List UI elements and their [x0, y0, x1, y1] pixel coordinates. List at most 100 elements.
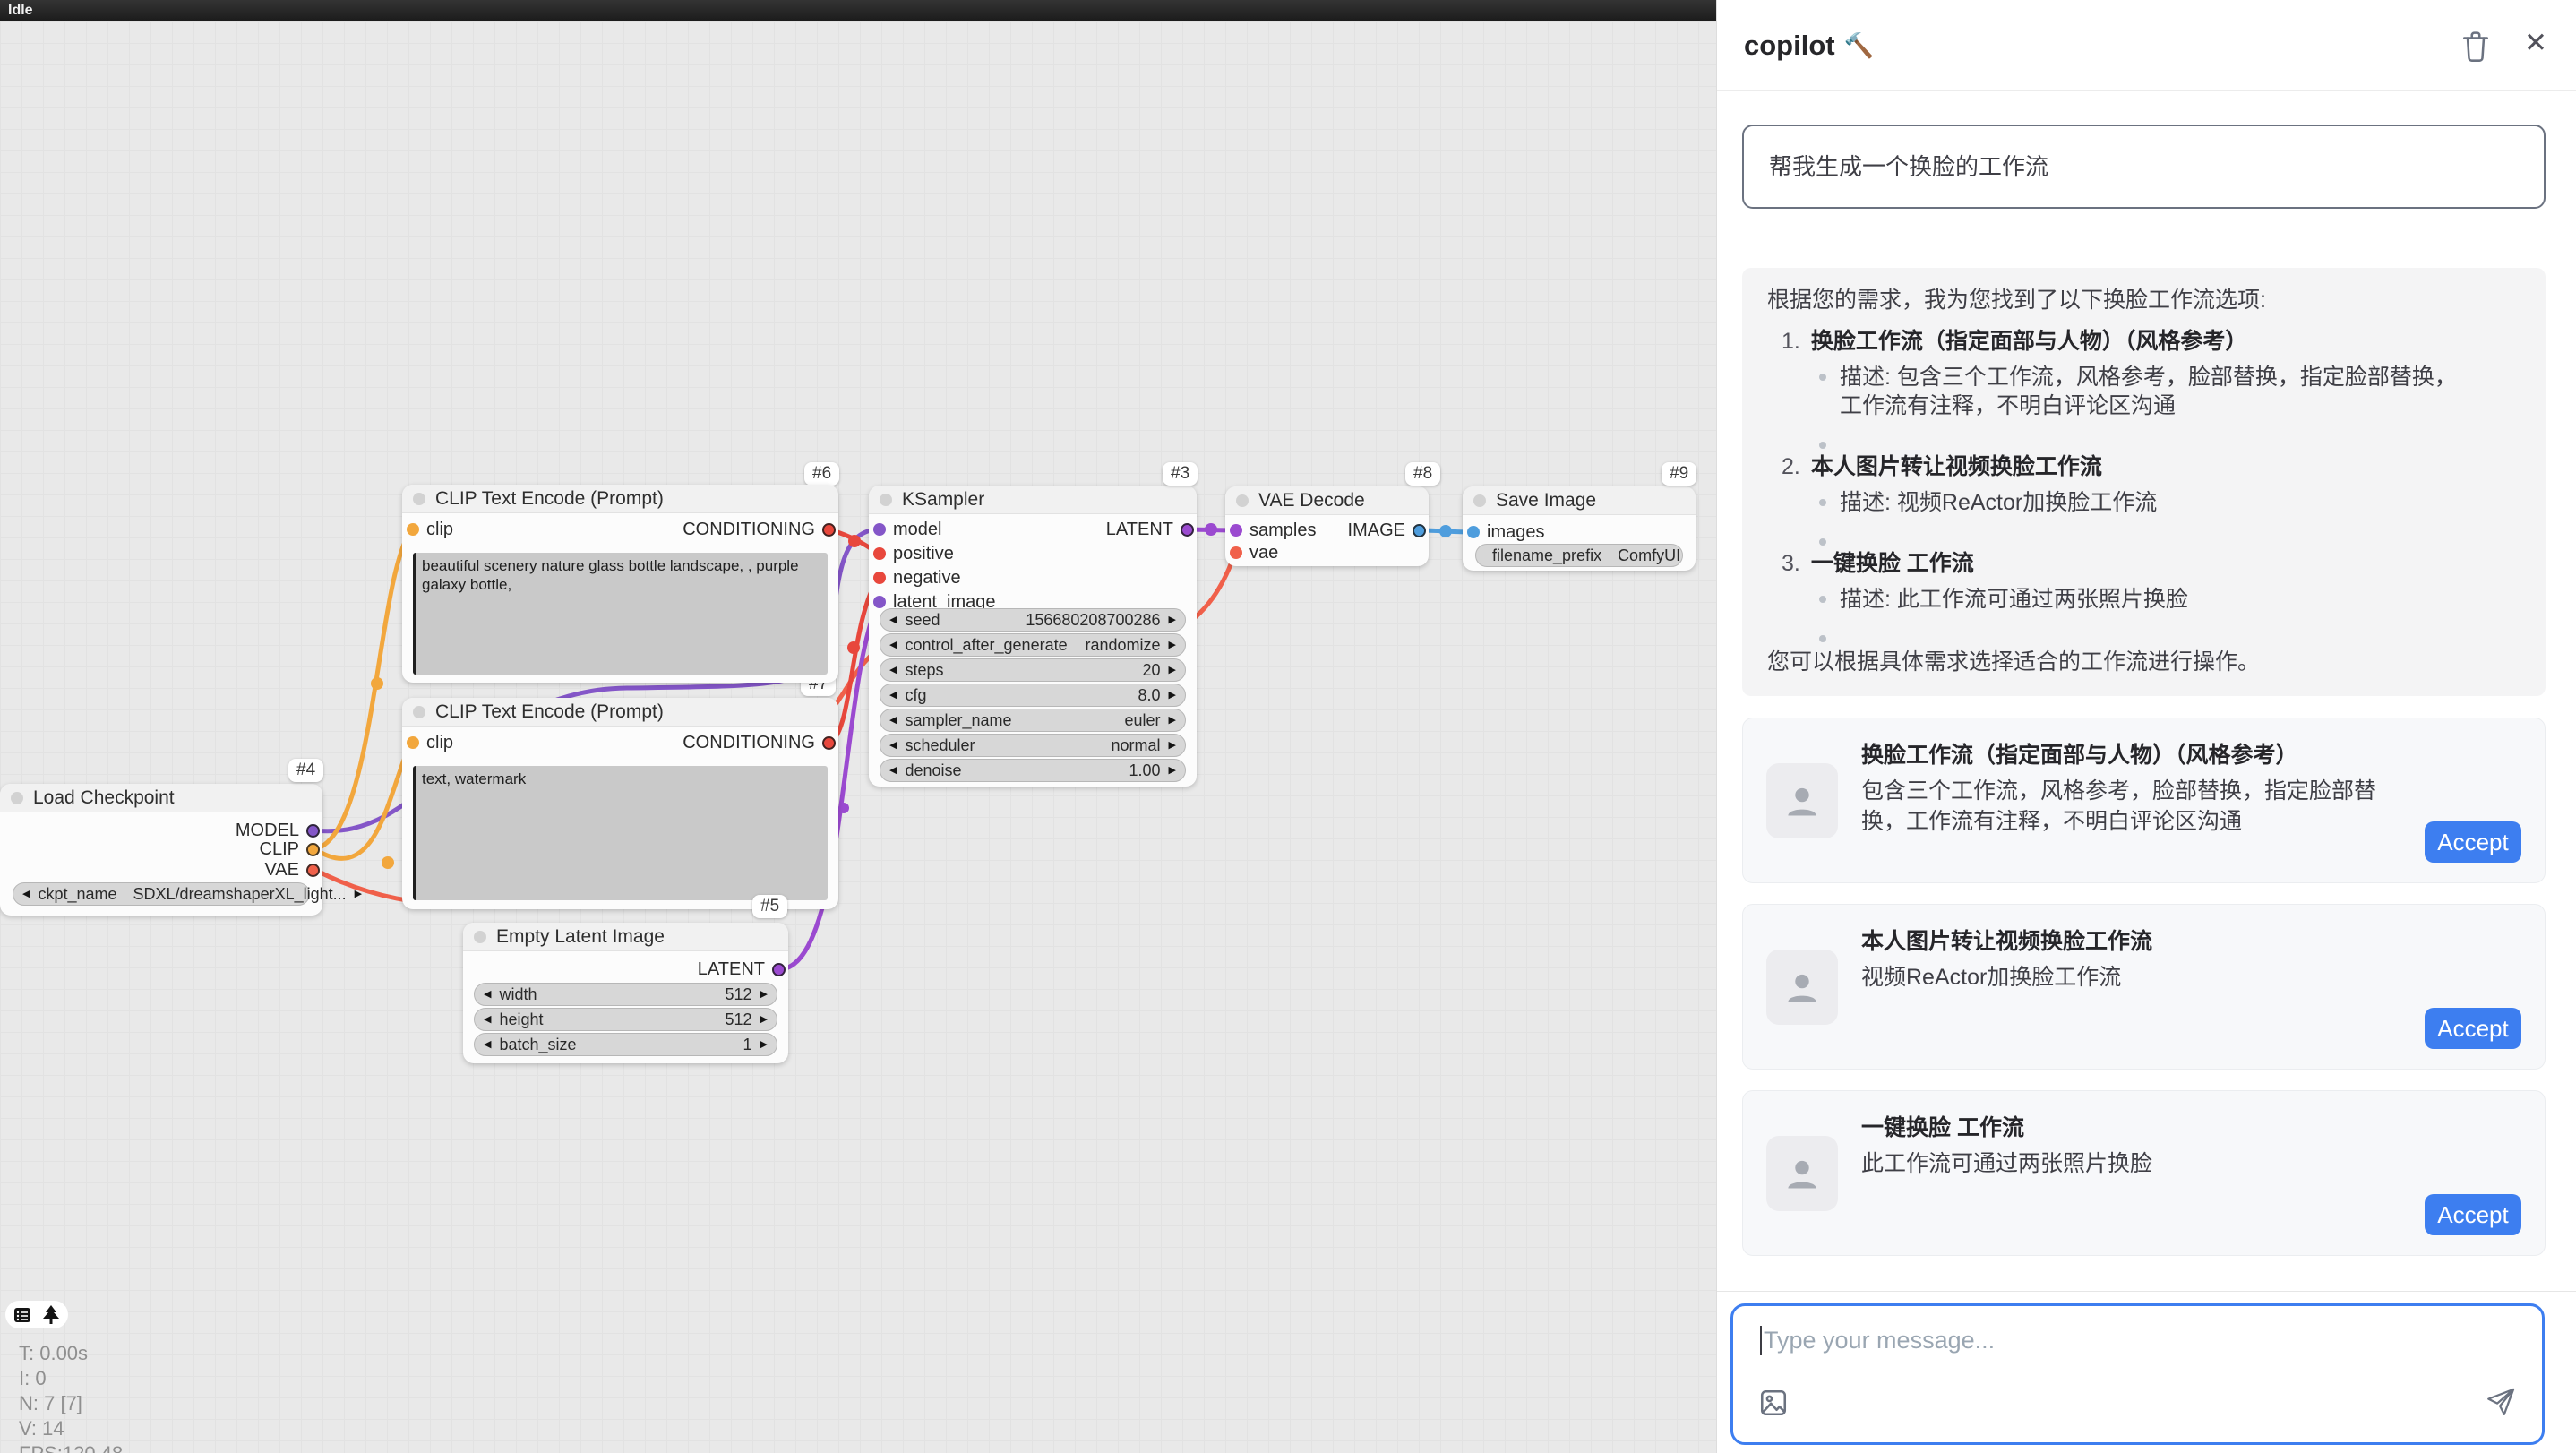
decrement-arrow-icon[interactable]: ◀: [889, 709, 897, 732]
port-latent-output[interactable]: LATENT: [698, 959, 786, 979]
node-titlebar[interactable]: KSampler: [869, 486, 1197, 514]
increment-arrow-icon[interactable]: ▶: [1169, 684, 1176, 707]
increment-arrow-icon[interactable]: ▶: [355, 882, 362, 906]
collapse-dot-icon[interactable]: [413, 706, 425, 718]
node-clip-text-encode-negative[interactable]: CLIP Text Encode (Prompt) clip CONDITION…: [402, 698, 838, 909]
sampler-name-widget[interactable]: ◀ sampler_name euler ▶: [880, 709, 1186, 732]
decrement-arrow-icon[interactable]: ◀: [484, 1033, 491, 1056]
collapse-dot-icon[interactable]: [1236, 494, 1249, 507]
tree-icon[interactable]: [42, 1305, 60, 1325]
port-clip-input[interactable]: clip: [407, 733, 453, 752]
image-port-icon[interactable]: [1413, 524, 1426, 537]
node-save-image[interactable]: Save Image images filename_prefix ComfyU…: [1463, 486, 1696, 571]
model-port-icon[interactable]: [873, 523, 886, 536]
port-conditioning-output[interactable]: CONDITIONING: [683, 733, 836, 752]
accept-button[interactable]: Accept: [2425, 1194, 2521, 1235]
increment-arrow-icon[interactable]: ▶: [1169, 633, 1176, 657]
cfg-widget[interactable]: ◀ cfg 8.0 ▶: [880, 684, 1186, 707]
port-model-input[interactable]: model: [873, 520, 941, 539]
clip-port-icon[interactable]: [407, 523, 419, 536]
node-ksampler[interactable]: KSampler model positive negative latent_…: [869, 486, 1197, 787]
port-positive-input[interactable]: positive: [873, 544, 954, 563]
decrement-arrow-icon[interactable]: ◀: [889, 684, 897, 707]
close-panel-button[interactable]: ✕: [2524, 27, 2547, 59]
conditioning-port-icon[interactable]: [873, 547, 886, 560]
increment-arrow-icon[interactable]: ▶: [1169, 709, 1176, 732]
batch-size-widget[interactable]: ◀ batch_size 1 ▶: [474, 1033, 777, 1056]
collapse-dot-icon[interactable]: [1473, 494, 1486, 507]
latent-port-icon[interactable]: [772, 963, 786, 976]
increment-arrow-icon[interactable]: ▶: [1169, 734, 1176, 757]
seed-widget[interactable]: ◀ seed 156680208700286 ▶: [880, 608, 1186, 632]
node-titlebar[interactable]: CLIP Text Encode (Prompt): [402, 485, 838, 513]
decrement-arrow-icon[interactable]: ◀: [484, 983, 491, 1006]
port-clip-input[interactable]: clip: [407, 520, 453, 539]
denoise-widget[interactable]: ◀ denoise 1.00 ▶: [880, 759, 1186, 782]
node-empty-latent-image[interactable]: Empty Latent Image LATENT ◀ width 512 ▶ …: [463, 923, 788, 1063]
clear-chat-button[interactable]: [2461, 30, 2490, 65]
node-titlebar[interactable]: Save Image: [1463, 486, 1696, 515]
node-vae-decode[interactable]: VAE Decode samples vae IMAGE: [1225, 486, 1429, 566]
increment-arrow-icon[interactable]: ▶: [1169, 759, 1176, 782]
collapse-dot-icon[interactable]: [413, 493, 425, 505]
port-vae-output[interactable]: VAE: [264, 860, 320, 880]
port-samples-input[interactable]: samples: [1230, 520, 1316, 540]
canvas-toolbar[interactable]: [5, 1301, 68, 1328]
image-port-icon[interactable]: [1467, 526, 1480, 538]
clip-port-icon[interactable]: [306, 843, 320, 856]
increment-arrow-icon[interactable]: ▶: [760, 1033, 768, 1056]
collapse-dot-icon[interactable]: [474, 931, 486, 943]
conditioning-port-icon[interactable]: [822, 523, 836, 537]
conditioning-port-icon[interactable]: [873, 572, 886, 584]
latent-port-icon[interactable]: [1181, 523, 1194, 537]
port-latent-output[interactable]: LATENT: [1106, 520, 1194, 539]
steps-widget[interactable]: ◀ steps 20 ▶: [880, 658, 1186, 682]
increment-arrow-icon[interactable]: ▶: [760, 1008, 768, 1031]
vae-port-icon[interactable]: [306, 864, 320, 877]
decrement-arrow-icon[interactable]: ◀: [889, 633, 897, 657]
accept-button[interactable]: Accept: [2425, 821, 2521, 863]
decrement-arrow-icon[interactable]: ◀: [889, 759, 897, 782]
decrement-arrow-icon[interactable]: ◀: [889, 734, 897, 757]
control-after-generate-widget[interactable]: ◀ control_after_generate randomize ▶: [880, 633, 1186, 657]
prompt-textarea[interactable]: beautiful scenery nature glass bottle la…: [413, 553, 828, 675]
port-model-output[interactable]: MODEL: [236, 821, 320, 840]
scheduler-widget[interactable]: ◀ scheduler normal ▶: [880, 734, 1186, 757]
panel-list-icon[interactable]: [13, 1306, 31, 1324]
latent-port-icon[interactable]: [1230, 524, 1242, 537]
decrement-arrow-icon[interactable]: ◀: [484, 1008, 491, 1031]
node-titlebar[interactable]: VAE Decode: [1225, 486, 1429, 515]
decrement-arrow-icon[interactable]: ◀: [889, 608, 897, 632]
attach-image-button[interactable]: [1758, 1388, 1789, 1421]
height-widget[interactable]: ◀ height 512 ▶: [474, 1008, 777, 1031]
model-port-icon[interactable]: [306, 824, 320, 838]
ckpt-name-widget[interactable]: ◀ ckpt_name SDXL/dreamshaperXL_light... …: [13, 882, 310, 906]
increment-arrow-icon[interactable]: ▶: [760, 983, 768, 1006]
conditioning-port-icon[interactable]: [822, 736, 836, 750]
port-vae-input[interactable]: vae: [1230, 543, 1278, 563]
node-titlebar[interactable]: CLIP Text Encode (Prompt): [402, 698, 838, 726]
collapse-dot-icon[interactable]: [880, 494, 892, 506]
clip-port-icon[interactable]: [407, 736, 419, 749]
increment-arrow-icon[interactable]: ▶: [1169, 658, 1176, 682]
increment-arrow-icon[interactable]: ▶: [1169, 608, 1176, 632]
decrement-arrow-icon[interactable]: ◀: [889, 658, 897, 682]
port-clip-output[interactable]: CLIP: [260, 839, 320, 859]
node-clip-text-encode-positive[interactable]: CLIP Text Encode (Prompt) clip CONDITION…: [402, 485, 838, 683]
node-load-checkpoint[interactable]: Load Checkpoint MODEL CLIP VAE ◀ ckpt_na…: [0, 784, 322, 916]
port-negative-input[interactable]: negative: [873, 568, 961, 588]
node-graph-canvas[interactable]: Idle Load Checkpoint MODEL CLIP VAE ◀ ck…: [0, 0, 1716, 1453]
prompt-textarea[interactable]: text, watermark: [413, 766, 828, 900]
port-conditioning-output[interactable]: CONDITIONING: [683, 520, 836, 539]
send-button[interactable]: [2485, 1386, 2517, 1421]
node-titlebar[interactable]: Load Checkpoint: [0, 784, 322, 812]
port-images-input[interactable]: images: [1467, 522, 1544, 542]
message-input[interactable]: Type your message...: [1730, 1303, 2545, 1445]
vae-port-icon[interactable]: [1230, 546, 1242, 559]
port-image-output[interactable]: IMAGE: [1348, 520, 1426, 540]
filename-prefix-widget[interactable]: filename_prefix ComfyUI: [1475, 544, 1683, 567]
latent-port-icon[interactable]: [873, 596, 886, 608]
node-titlebar[interactable]: Empty Latent Image: [463, 923, 788, 951]
collapse-dot-icon[interactable]: [11, 792, 23, 804]
accept-button[interactable]: Accept: [2425, 1008, 2521, 1049]
